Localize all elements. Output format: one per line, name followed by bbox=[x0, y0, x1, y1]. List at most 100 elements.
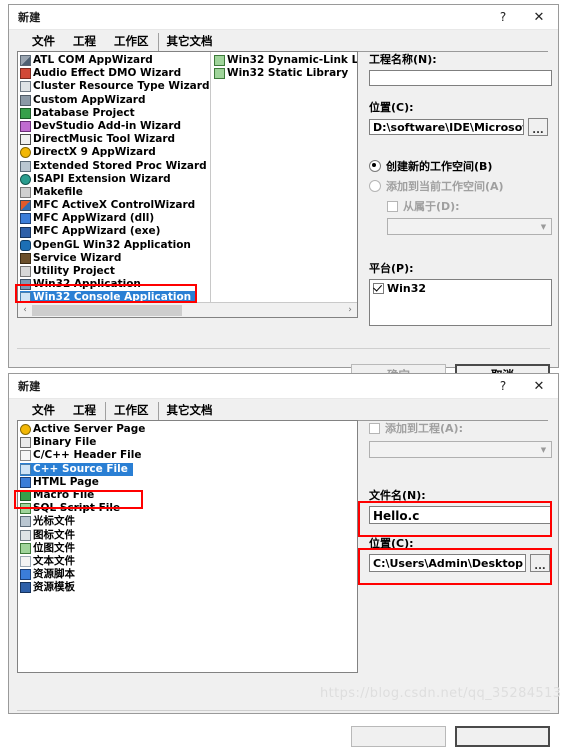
location-browse-button[interactable]: ... bbox=[530, 554, 550, 572]
chevron-down-icon[interactable]: ▼ bbox=[536, 219, 551, 234]
platform-checkbox-indicator[interactable] bbox=[373, 283, 384, 294]
help-icon[interactable]: ? bbox=[486, 5, 520, 29]
tab-files[interactable]: 文件 bbox=[23, 31, 64, 52]
list-item[interactable]: 资源脚本 bbox=[20, 568, 355, 581]
list-item[interactable]: Service Wizard bbox=[20, 252, 210, 265]
dialog1-titlebar[interactable]: 新建 ? ✕ bbox=[9, 5, 558, 30]
list-item[interactable]: Utility Project bbox=[20, 265, 210, 278]
platform-item-label: Win32 bbox=[387, 282, 427, 295]
platform-item-win32[interactable]: Win32 bbox=[373, 282, 548, 295]
close-icon[interactable]: ✕ bbox=[520, 5, 558, 29]
opengl-icon bbox=[20, 239, 31, 251]
list-item[interactable]: Cluster Resource Type Wizard bbox=[20, 80, 210, 93]
file-type-list[interactable]: Active Server Page Binary File C/C++ Hea… bbox=[17, 420, 358, 673]
dependency-label: 从属于(D): bbox=[403, 200, 460, 213]
list-item[interactable]: Extended Stored Proc Wizard bbox=[20, 160, 210, 173]
resource-template-icon bbox=[20, 582, 31, 594]
dialog2-separator bbox=[17, 710, 550, 711]
new-file-dialog: 新建 ? ✕ 文件 工程 工作区 其它文档 Active Server Page… bbox=[8, 373, 559, 747]
list-item[interactable]: Database Project bbox=[20, 107, 210, 120]
list-item[interactable]: MFC AppWizard (dll) bbox=[20, 212, 210, 225]
dependency-checkbox-indicator[interactable] bbox=[387, 200, 398, 212]
list-item[interactable]: 位图文件 bbox=[20, 542, 355, 555]
help-icon[interactable]: ? bbox=[486, 374, 520, 398]
tab-other-documents[interactable]: 其它文档 bbox=[157, 31, 222, 52]
list-item[interactable]: ATL COM AppWizard bbox=[20, 54, 210, 67]
new-project-dialog: 新建 ? ✕ 文件 工程 工作区 其它文档 ATL COM AppWizard … bbox=[8, 4, 559, 385]
list-item[interactable]: MFC AppWizard (exe) bbox=[20, 225, 210, 238]
location-browse-button[interactable]: ... bbox=[528, 118, 548, 136]
isapi-icon bbox=[20, 173, 31, 185]
dialog1-title-buttons: ? ✕ bbox=[486, 5, 558, 29]
radio-add-current-indicator[interactable] bbox=[369, 180, 381, 192]
add-to-project-label: 添加到工程(A): bbox=[385, 422, 463, 435]
cancel-button[interactable] bbox=[455, 726, 550, 747]
hscroll-track[interactable] bbox=[32, 304, 343, 316]
list-item[interactable]: C/C++ Header File bbox=[20, 449, 355, 462]
radio-new-workspace-indicator[interactable] bbox=[369, 160, 381, 172]
location-label: 位置(C): bbox=[369, 101, 414, 114]
list-item[interactable]: ISAPI Extension Wizard bbox=[20, 173, 210, 186]
tab-projects[interactable]: 工程 bbox=[64, 31, 105, 52]
mfc-exe-icon bbox=[20, 226, 31, 238]
hscroll-thumb[interactable] bbox=[32, 304, 182, 316]
tab-workspaces[interactable]: 工作区 bbox=[105, 400, 158, 421]
text-file-icon bbox=[20, 555, 31, 567]
list-item[interactable]: MFC ActiveX ControlWizard bbox=[20, 199, 210, 212]
list-item[interactable]: SQL Script File bbox=[20, 502, 355, 515]
list-item[interactable]: 资源模板 bbox=[20, 581, 355, 594]
checkbox-dependency[interactable]: 从属于(D): bbox=[387, 198, 552, 214]
directx-icon bbox=[20, 147, 31, 159]
dependency-combo[interactable]: ▼ bbox=[387, 218, 552, 235]
location-input[interactable]: D:\software\IDE\Microsoft Visual bbox=[369, 119, 524, 135]
list-item[interactable]: Win32 Dynamic-Link Library bbox=[214, 54, 357, 67]
list-item[interactable]: 图标文件 bbox=[20, 529, 355, 542]
project-type-column-1: ATL COM AppWizard Audio Effect DMO Wizar… bbox=[18, 52, 210, 305]
dialog2-titlebar[interactable]: 新建 ? ✕ bbox=[9, 374, 558, 399]
chevron-down-icon[interactable]: ▼ bbox=[536, 442, 551, 457]
add-to-project-checkbox-indicator[interactable] bbox=[369, 422, 380, 434]
dialog2-button-row bbox=[351, 726, 550, 747]
list-item[interactable]: Active Server Page bbox=[20, 423, 355, 436]
mfc-activex-icon bbox=[20, 200, 31, 212]
list-item[interactable]: DirectMusic Tool Wizard bbox=[20, 133, 210, 146]
list-item[interactable]: Binary File bbox=[20, 436, 355, 449]
bitmap-file-icon bbox=[20, 542, 31, 554]
list-item[interactable]: HTML Page bbox=[20, 476, 355, 489]
atl-com-icon bbox=[20, 55, 31, 67]
close-icon[interactable]: ✕ bbox=[520, 374, 558, 398]
list-item[interactable]: DirectX 9 AppWizard bbox=[20, 146, 210, 159]
tab-files[interactable]: 文件 bbox=[23, 400, 64, 421]
list-item[interactable]: 文本文件 bbox=[20, 555, 355, 568]
project-name-input[interactable] bbox=[369, 70, 552, 86]
project-name-label: 工程名称(N): bbox=[369, 53, 437, 66]
platform-listbox[interactable]: Win32 bbox=[369, 279, 552, 326]
list-item[interactable]: OpenGL Win32 Application bbox=[20, 239, 210, 252]
list-item[interactable]: Audio Effect DMO Wizard bbox=[20, 67, 210, 80]
list-item[interactable]: Win32 Application bbox=[20, 278, 210, 291]
list-item[interactable]: Makefile bbox=[20, 186, 210, 199]
tab-other-documents[interactable]: 其它文档 bbox=[157, 400, 222, 421]
dialog2-body: Active Server Page Binary File C/C++ Hea… bbox=[17, 420, 552, 747]
radio-add-current-workspace[interactable]: 添加到当前工作空间(A) bbox=[369, 178, 552, 194]
location-input[interactable]: C:\Users\Admin\Desktop bbox=[369, 554, 526, 572]
dialog1-tabstrip: 文件 工程 工作区 其它文档 bbox=[9, 30, 558, 52]
list-item[interactable]: DevStudio Add-in Wizard bbox=[20, 120, 210, 133]
list-item[interactable]: Win32 Static Library bbox=[214, 67, 357, 80]
icon-file-icon bbox=[20, 529, 31, 541]
checkbox-add-to-project[interactable]: 添加到工程(A): bbox=[369, 420, 552, 436]
list-item-selected[interactable]: C++ Source File bbox=[20, 462, 133, 476]
list-item[interactable]: 光标文件 bbox=[20, 515, 355, 528]
list-item[interactable]: Custom AppWizard bbox=[20, 94, 210, 107]
scroll-right-icon[interactable]: › bbox=[343, 305, 357, 315]
list-item[interactable]: Macro File bbox=[20, 489, 355, 502]
radio-new-workspace[interactable]: 创建新的工作空间(B) bbox=[369, 158, 552, 174]
scroll-left-icon[interactable]: ‹ bbox=[18, 305, 32, 315]
file-name-input[interactable]: Hello.c bbox=[369, 506, 552, 524]
add-to-project-combo[interactable]: ▼ bbox=[369, 441, 552, 458]
tab-workspaces[interactable]: 工作区 bbox=[105, 31, 158, 52]
project-list-hscrollbar[interactable]: ‹ › bbox=[18, 302, 357, 317]
tab-projects[interactable]: 工程 bbox=[64, 400, 105, 421]
project-type-list[interactable]: ATL COM AppWizard Audio Effect DMO Wizar… bbox=[17, 51, 358, 318]
ok-button[interactable] bbox=[351, 726, 446, 747]
